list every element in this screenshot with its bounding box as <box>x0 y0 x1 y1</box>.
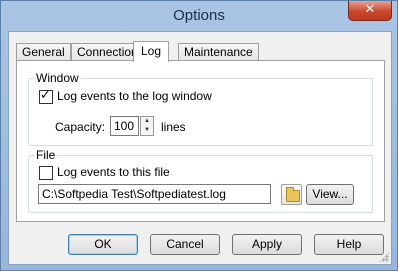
close-button[interactable]: ✕ <box>348 1 392 21</box>
window-groupbox: Window Log events to the log window Capa… <box>28 71 373 146</box>
options-dialog: Options ✕ General Connection Log Mainten… <box>0 0 398 271</box>
window-title: Options <box>173 7 225 24</box>
spin-up-icon[interactable]: ▲ <box>141 117 153 126</box>
cancel-button[interactable]: Cancel <box>150 234 220 255</box>
log-file-path-input[interactable]: C:\Softpedia Test\Softpediatest.log <box>38 184 271 204</box>
dialog-client-area: General Connection Log Maintenance Windo… <box>8 31 392 265</box>
capacity-label: Capacity: <box>55 120 106 134</box>
apply-button[interactable]: Apply <box>232 234 302 255</box>
tab-log[interactable]: Log <box>133 41 169 62</box>
close-icon: ✕ <box>364 2 376 17</box>
view-button[interactable]: View... <box>306 184 354 205</box>
tab-general[interactable]: General <box>16 43 71 61</box>
log-to-window-label: Log events to the log window <box>57 89 212 103</box>
ok-button[interactable]: OK <box>68 234 138 255</box>
log-tab-panel: Window Log events to the log window Capa… <box>16 60 385 222</box>
file-groupbox: File Log events to this file C:\Softpedi… <box>28 148 373 213</box>
browse-folder-button[interactable] <box>281 184 302 205</box>
log-to-file-label: Log events to this file <box>57 165 170 179</box>
window-group-label: Window <box>34 71 81 85</box>
capacity-input[interactable]: 100 <box>110 116 139 136</box>
help-button[interactable]: Help <box>314 234 384 255</box>
log-to-file-checkbox[interactable] <box>39 166 53 180</box>
log-to-window-checkbox[interactable] <box>39 88 53 104</box>
capacity-unit-label: lines <box>161 120 186 134</box>
title-bar[interactable]: Options ✕ <box>1 1 397 31</box>
file-group-label: File <box>34 148 58 162</box>
spin-down-icon[interactable]: ▼ <box>141 126 153 135</box>
folder-icon <box>286 187 300 202</box>
tab-maintenance[interactable]: Maintenance <box>178 43 259 61</box>
capacity-spinner[interactable]: ▲ ▼ <box>140 116 154 136</box>
